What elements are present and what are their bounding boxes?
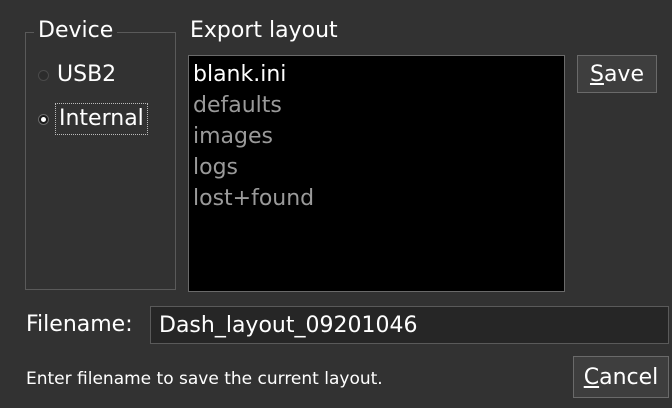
save-button[interactable]: Save — [577, 55, 657, 93]
list-item[interactable]: defaults — [193, 90, 564, 121]
hint-text: Enter filename to save the current layou… — [26, 369, 383, 389]
export-layout-dialog: Device USB2 Internal Export layout blank… — [0, 0, 672, 408]
save-button-mnemonic: S — [589, 61, 604, 87]
radio-usb2[interactable]: USB2 — [38, 61, 116, 89]
filename-input[interactable] — [150, 306, 669, 344]
filename-label: Filename: — [26, 312, 133, 337]
list-item[interactable]: blank.ini — [193, 59, 564, 90]
device-group-title: Device — [34, 17, 118, 45]
radio-usb2-indicator[interactable] — [38, 69, 49, 81]
radio-internal[interactable]: Internal — [38, 103, 148, 135]
cancel-button[interactable]: Cancel — [573, 356, 669, 398]
cancel-button-mnemonic: C — [583, 364, 600, 390]
list-item[interactable]: logs — [193, 152, 564, 183]
save-button-label: ave — [603, 61, 644, 87]
radio-internal-indicator[interactable] — [38, 113, 49, 125]
export-layout-list[interactable]: blank.ini defaults images logs lost+foun… — [188, 55, 565, 292]
cancel-button-label: ancel — [599, 364, 659, 390]
export-layout-title: Export layout — [186, 17, 342, 45]
list-item[interactable]: images — [193, 121, 564, 152]
radio-usb2-label[interactable]: USB2 — [57, 61, 116, 89]
list-item[interactable]: lost+found — [193, 183, 564, 214]
radio-internal-label[interactable]: Internal — [55, 103, 148, 135]
